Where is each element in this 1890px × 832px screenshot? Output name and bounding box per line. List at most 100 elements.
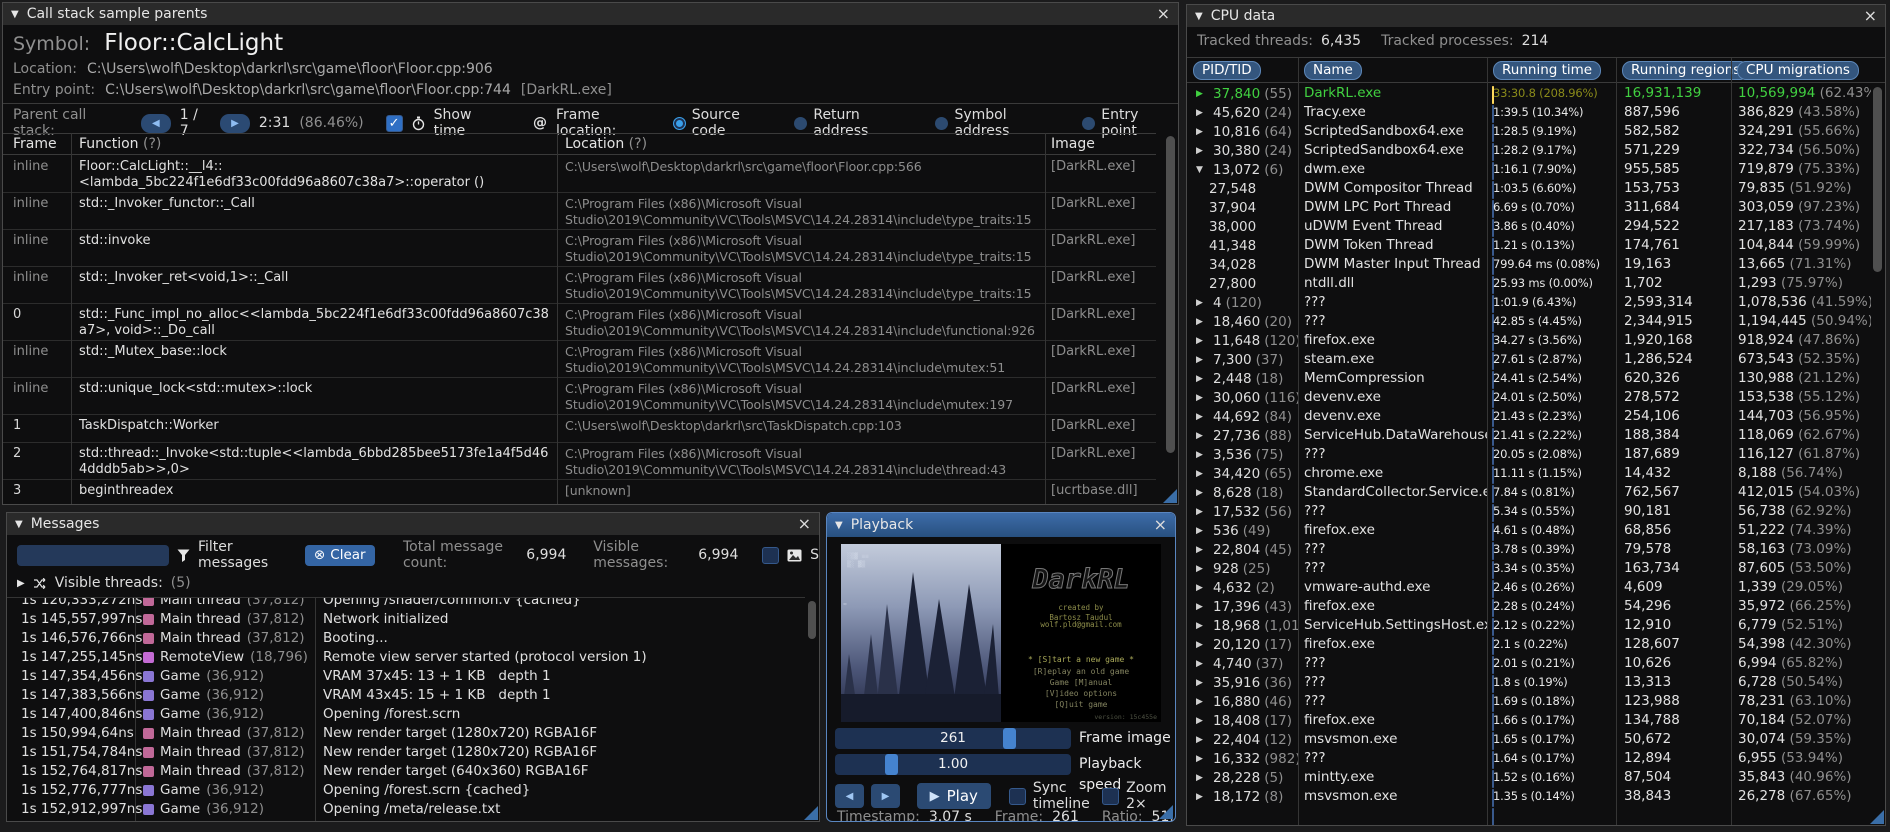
expand-icon[interactable]: ▶ xyxy=(1196,693,1209,712)
expand-icon[interactable]: ▶ xyxy=(1196,351,1209,370)
cpu-row[interactable]: ▶ 4,740 (37) ??? 2.01 s (0.21%) 10,626 6… xyxy=(1187,654,1871,674)
expand-icon[interactable]: ▶ xyxy=(1196,750,1209,769)
callstack-row[interactable]: 0 std::_Func_impl_no_alloc<<lambda_5bc22… xyxy=(3,304,1156,341)
expand-icon[interactable]: ▶ xyxy=(1196,522,1209,541)
callstack-row[interactable]: inline std::invoke C:\Program Files (x86… xyxy=(3,230,1156,267)
frame-image-slider[interactable]: 261 xyxy=(835,728,1071,749)
cpu-row[interactable]: 34,028 DWM Master Input Thread 799.64 ms… xyxy=(1187,255,1871,275)
col-function[interactable]: Function (?) xyxy=(71,136,557,152)
cpu-row[interactable] xyxy=(1187,806,1871,825)
expand-icon[interactable]: ▶ xyxy=(1196,769,1209,788)
cpu-row[interactable]: ▶ 18,172 (8) msvsmon.exe 1.35 s (0.14%) … xyxy=(1187,787,1871,807)
callstack-row[interactable]: inline std::unique_lock<std::mutex>::loc… xyxy=(3,378,1156,415)
show-time-checkbox[interactable]: ✓ xyxy=(385,114,403,132)
cpu-row[interactable]: 38,000 uDWM Event Thread 3.86 s (0.40%) … xyxy=(1187,217,1871,237)
cpu-row[interactable]: ▶ 18,408 (17) firefox.exe 1.66 s (0.17%)… xyxy=(1187,711,1871,731)
expand-icon[interactable]: ▶ xyxy=(1196,294,1209,313)
step-forward-button[interactable]: ▶ xyxy=(871,784,900,808)
cpu-row[interactable]: ▶ 22,404 (12) msvsmon.exe 1.65 s (0.17%)… xyxy=(1187,730,1871,750)
clear-button[interactable]: ⊗ Clear xyxy=(304,544,375,566)
message-row[interactable]: 1s 152,776,777ns Game (36,912) Opening /… xyxy=(7,781,805,800)
callstack-row[interactable]: 2 std::thread::_Invoke<std::tuple<<lambd… xyxy=(3,443,1156,480)
collapse-icon[interactable]: ▼ xyxy=(15,519,23,530)
cpu-row[interactable]: ▶ 20,120 (17) firefox.exe 2.1 s (0.22%) … xyxy=(1187,635,1871,655)
radio-icon[interactable] xyxy=(794,116,808,130)
expand-icon[interactable]: ▶ xyxy=(1196,313,1209,332)
cpu-row[interactable]: ▶ 4,632 (2) vmware-authd.exe 2.46 s (0.2… xyxy=(1187,578,1871,598)
resize-grip[interactable] xyxy=(1163,489,1177,503)
resize-grip[interactable] xyxy=(1159,805,1173,819)
cpu-row[interactable]: ▶ 17,396 (43) firefox.exe 2.28 s (0.24%)… xyxy=(1187,597,1871,617)
cpu-row[interactable]: ▶ 30,380 (24) ScriptedSandbox64.exe 1:28… xyxy=(1187,141,1871,161)
cpu-row[interactable]: ▶ 18,968 (1,018) ServiceHub.SettingsHost… xyxy=(1187,616,1871,636)
col-image[interactable]: Image xyxy=(1045,136,1156,152)
cpu-row[interactable]: ▼ 13,072 (6) dwm.exe 1:16.1 (7.90%) 955,… xyxy=(1187,160,1871,180)
cpu-row[interactable]: ▶ 16,880 (46) ??? 1.69 s (0.18%) 123,988… xyxy=(1187,692,1871,712)
callstack-row[interactable]: inline std::_Invoker_ret<void,1>::_Call … xyxy=(3,267,1156,304)
col-frame[interactable]: Frame xyxy=(3,136,71,152)
cpu-row[interactable]: ▶ 928 (25) ??? 3.34 s (0.35%) 163,734 87… xyxy=(1187,559,1871,579)
zoom-2x-checkbox[interactable] xyxy=(1102,787,1120,805)
message-row[interactable]: 1s 145,557,997ns Main thread (37,812) Ne… xyxy=(7,610,805,629)
vertical-scrollbar[interactable] xyxy=(1166,136,1175,453)
playback-speed-slider[interactable]: 1.00 xyxy=(835,754,1071,775)
cpu-row[interactable]: 27,800 ntdll.dll 25.93 ms (0.00%) 1,702 … xyxy=(1187,274,1871,294)
step-back-button[interactable]: ◀ xyxy=(835,784,864,808)
cpu-row[interactable]: ▶ 4 (120) ??? 1:01.9 (6.43%) 2,593,314 1… xyxy=(1187,293,1871,313)
cpu-row[interactable]: ▶ 35,916 (36) ??? 1.8 s (0.19%) 13,313 6… xyxy=(1187,673,1871,693)
message-row[interactable]: 1s 147,255,145ns RemoteView (18,796) Rem… xyxy=(7,648,805,667)
collapse-icon[interactable]: ▼ xyxy=(11,9,19,20)
message-row[interactable]: 1s 147,354,456ns Game (36,912) VRAM 37x4… xyxy=(7,667,805,686)
cpu-row[interactable]: ▶ 45,620 (24) Tracy.exe 1:39.5 (10.34%) … xyxy=(1187,103,1871,123)
expand-icon[interactable]: ▶ xyxy=(1196,503,1209,522)
expand-icon[interactable]: ▼ xyxy=(1196,161,1209,180)
cpu-row[interactable]: ▶ 22,804 (45) ??? 3.78 s (0.39%) 79,578 … xyxy=(1187,540,1871,560)
cpu-row[interactable]: ▶ 3,536 (75) ??? 20.05 s (2.08%) 187,689… xyxy=(1187,445,1871,465)
radio-icon[interactable] xyxy=(935,116,949,130)
expand-icon[interactable]: ▶ xyxy=(1196,712,1209,731)
resize-grip[interactable] xyxy=(804,806,818,820)
message-row[interactable]: 1s 120,333,272ns Main thread (37,812) Op… xyxy=(7,598,805,610)
expand-icon[interactable]: ▶ xyxy=(1196,541,1209,560)
cpu-row[interactable]: 37,904 DWM LPC Port Thread 6.69 s (0.70%… xyxy=(1187,198,1871,218)
close-icon[interactable]: × xyxy=(1864,8,1877,24)
sync-timeline-checkbox[interactable] xyxy=(1008,787,1026,805)
expand-icon[interactable]: ▶ xyxy=(1196,123,1209,142)
playback-titlebar[interactable]: ▼ Playback × xyxy=(827,513,1175,537)
expand-icon[interactable]: ▶ xyxy=(1196,370,1209,389)
cpu-row[interactable]: 41,348 DWM Token Thread 1.21 s (0.13%) 1… xyxy=(1187,236,1871,256)
cpu-row[interactable]: ▶ 536 (49) firefox.exe 4.61 s (0.48%) 68… xyxy=(1187,521,1871,541)
expand-icon[interactable]: ▶ xyxy=(1196,674,1209,693)
expand-icon[interactable]: ▶ xyxy=(1196,104,1209,123)
callstack-row[interactable]: inline std::_Mutex_base::lock C:\Program… xyxy=(3,341,1156,378)
callstack-row[interactable]: 3 beginthreadex [unknown] [ucrtbase.dll] xyxy=(3,480,1156,504)
cpu-row[interactable]: ▶ 8,628 (18) StandardCollector.Service.e… xyxy=(1187,483,1871,503)
cpu-row[interactable]: ▶ 2,448 (18) MemCompression 24.41 s (2.5… xyxy=(1187,369,1871,389)
radio-icon[interactable] xyxy=(1082,116,1096,130)
callstack-row[interactable]: 1 TaskDispatch::Worker C:\Users\wolf\Des… xyxy=(3,415,1156,443)
cpu-row[interactable]: ▶ 18,460 (20) ??? 42.85 s (4.45%) 2,344,… xyxy=(1187,312,1871,332)
vertical-scrollbar[interactable] xyxy=(1873,87,1882,272)
close-icon[interactable]: × xyxy=(1154,517,1167,533)
resize-grip[interactable] xyxy=(1870,810,1884,824)
cpu-row[interactable]: ▶ 37,840 (55) DarkRL.exe 33:30.8 (208.96… xyxy=(1187,84,1871,104)
expand-icon[interactable]: ▶ xyxy=(1196,617,1209,636)
callstack-row[interactable]: inline Floor::CalcLight::__l4::<lambda_5… xyxy=(3,156,1156,193)
cpu-row[interactable]: ▶ 34,420 (65) chrome.exe 11.11 s (1.15%)… xyxy=(1187,464,1871,484)
cpu-row[interactable]: ▶ 11,648 (120) firefox.exe 34.27 s (3.56… xyxy=(1187,331,1871,351)
radio-icon[interactable] xyxy=(672,116,686,130)
message-row[interactable]: 1s 152,764,817ns Main thread (37,812) Ne… xyxy=(7,762,805,781)
callstack-row[interactable]: inline std::_Invoker_functor::_Call C:\P… xyxy=(3,193,1156,230)
expand-icon[interactable]: ▶ xyxy=(1196,579,1209,598)
expand-icon[interactable]: ▶ xyxy=(1196,598,1209,617)
column-header-pill[interactable]: Running time xyxy=(1493,60,1602,80)
column-header-pill[interactable]: PID/TID xyxy=(1193,60,1261,80)
cpu-row[interactable]: ▶ 28,228 (5) mintty.exe 1.52 s (0.16%) 8… xyxy=(1187,768,1871,788)
show-images-checkbox[interactable] xyxy=(762,546,780,564)
message-row[interactable]: 1s 152,912,997ns Game (36,912) Opening /… xyxy=(7,800,805,819)
play-button[interactable]: ▶ Play xyxy=(916,783,991,809)
column-header-pill[interactable]: Name xyxy=(1304,60,1362,80)
expand-icon[interactable]: ▶ xyxy=(1196,85,1209,104)
collapse-icon[interactable]: ▼ xyxy=(1195,11,1203,22)
cpu-row[interactable]: ▶ 30,060 (116) devenv.exe 24.01 s (2.50%… xyxy=(1187,388,1871,408)
